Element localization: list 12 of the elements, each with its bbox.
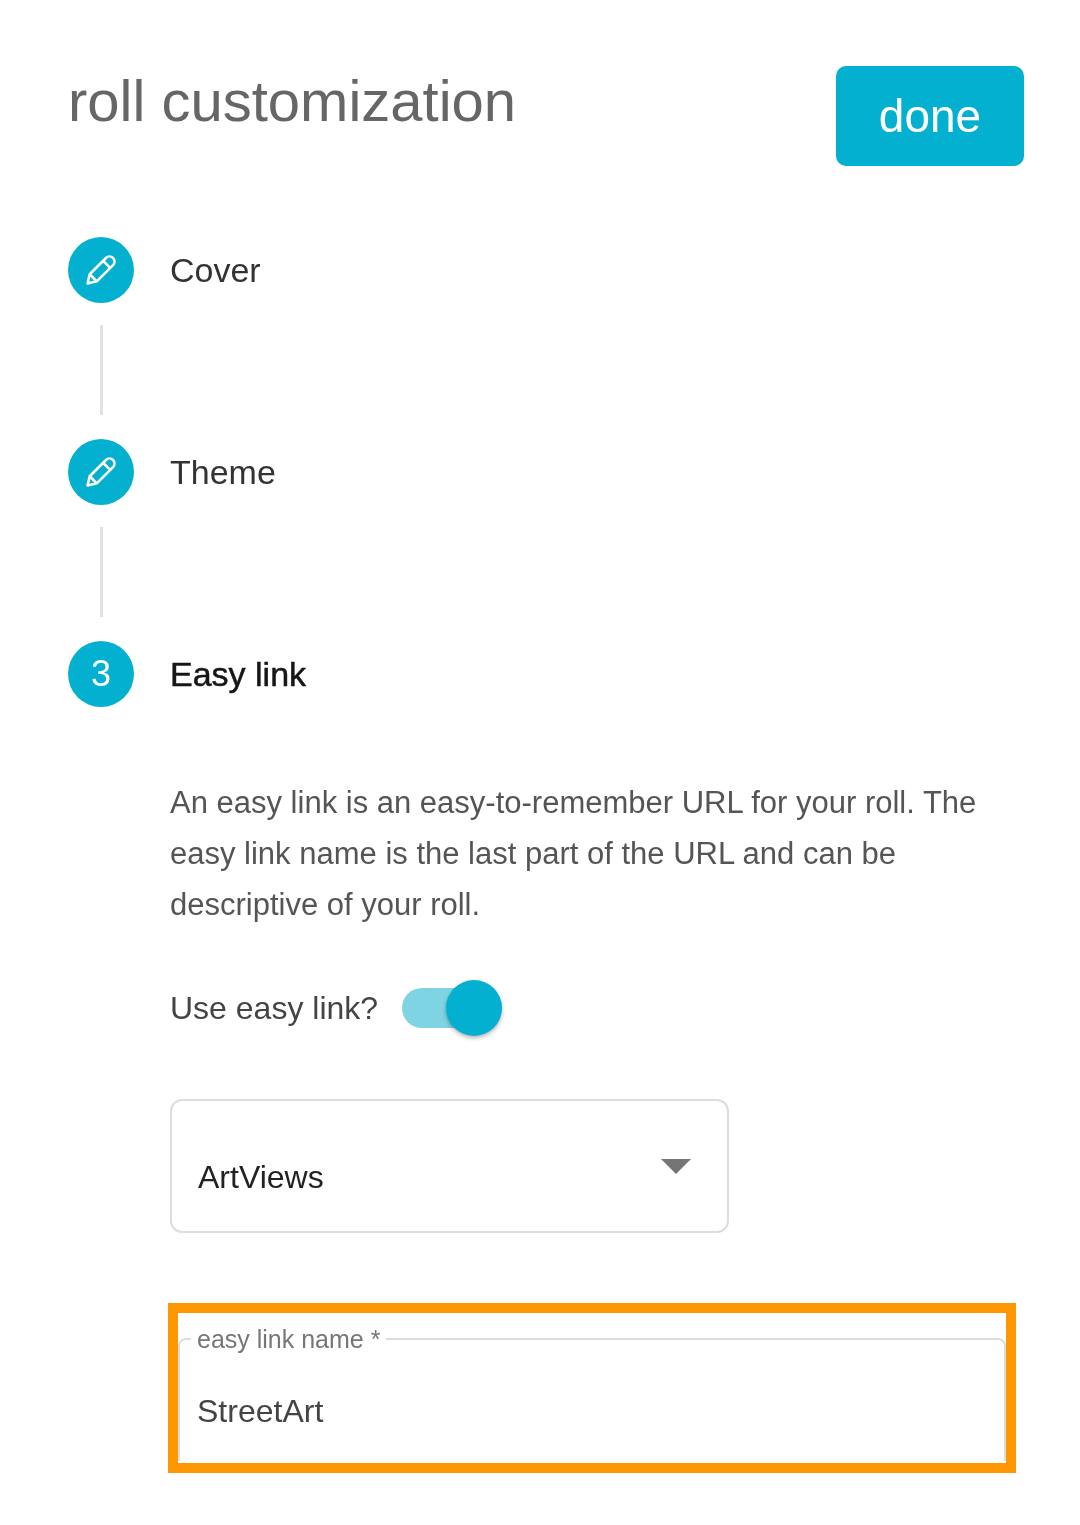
pencil-icon[interactable] [68,439,134,505]
field-label: easy link name * [196,1325,382,1353]
toggle-switch[interactable] [402,979,504,1037]
step-label[interactable]: Cover [170,250,261,290]
pencil-icon[interactable] [68,237,134,303]
step-label[interactable]: Theme [170,452,276,492]
step-label[interactable]: Easy link [170,654,307,694]
description-text: An easy link is an easy-to-remember URL for your roll. The easy link name is the last part of the URL and can be descriptive of your roll. [170,784,978,924]
caret-icon [661,1158,691,1174]
dropdown[interactable]: ArtViews [170,1099,729,1233]
page-title: roll customization [68,67,517,130]
toggle-label: Use easy link? [170,989,379,1027]
